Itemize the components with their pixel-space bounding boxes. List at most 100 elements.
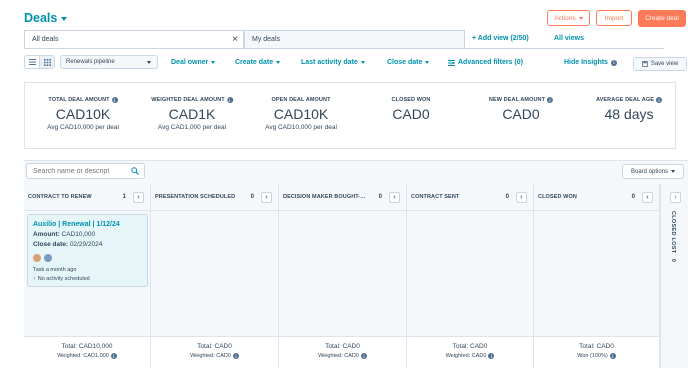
create-deal-label: Create deal: [645, 15, 679, 22]
board-column-presentation-scheduled: PRESENTATION SCHEDULED 0 ‹ Total: CAD0 W…: [151, 184, 279, 368]
task-status: Task a month ago: [33, 267, 77, 273]
stat-average-deal-age: AVERAGE DEAL AGE i 48 days: [596, 97, 663, 122]
column-count: 0: [505, 194, 509, 200]
list-view-icon[interactable]: [25, 56, 39, 68]
avatar[interactable]: [44, 254, 52, 262]
chevron-down-icon: [61, 16, 68, 21]
view-toggle[interactable]: [24, 55, 55, 69]
column-weighted: Weighted: CAD0: [318, 353, 359, 359]
import-button[interactable]: Import: [596, 10, 632, 26]
stat-value: 48 days: [604, 106, 654, 122]
save-view-label: Save view: [650, 61, 679, 67]
stat-value: CAD10K: [273, 106, 329, 122]
column-header: PRESENTATION SCHEDULED 0 ‹: [151, 184, 278, 211]
avatar-group: [33, 254, 142, 262]
arrow-icon: ↑: [33, 276, 36, 282]
column-title: PRESENTATION SCHEDULED: [155, 194, 236, 200]
stat-sub: Avg CAD10,000 per deal: [265, 124, 337, 131]
chevron-down-icon: [578, 16, 583, 20]
column-title: DECISION MAKER BOUGHT-...: [283, 194, 366, 200]
info-icon: i: [488, 353, 495, 359]
save-view-button[interactable]: Save view: [633, 57, 687, 71]
filter-last-activity-date[interactable]: Last activity date: [301, 59, 365, 66]
actions-button[interactable]: Actions: [547, 10, 590, 26]
add-view-link[interactable]: + Add view (2/50): [472, 35, 529, 42]
pipeline-value: Renewals pipeline: [66, 59, 115, 65]
column-weighted: Won (100%): [577, 353, 608, 359]
stat-label: CLOSED WON: [391, 97, 431, 103]
board-column-contract-sent: CONTRACT SENT 0 ‹ Total: CAD0 Weighted: …: [407, 184, 534, 368]
all-views-link[interactable]: All views: [554, 35, 584, 42]
filter-icon: [448, 59, 455, 66]
column-title: CONTRACT TO RENEW: [28, 194, 92, 200]
board-options-button[interactable]: Board options: [622, 164, 684, 179]
activity-text: No activity scheduled: [37, 276, 90, 282]
advanced-filters-button[interactable]: Advanced filters (0): [448, 59, 523, 66]
filter-label: Deal owner: [171, 59, 209, 66]
activity-status: ↑ No activity scheduled: [33, 276, 142, 282]
column-title: CLOSED WON: [538, 194, 577, 200]
filter-label: Close date: [387, 59, 423, 66]
deal-card-title[interactable]: Auxilio | Renewal | 1/12/24: [33, 221, 142, 228]
expand-right-icon[interactable]: ›: [670, 192, 681, 203]
avatar[interactable]: [33, 254, 41, 262]
filter-label: Create date: [235, 59, 274, 66]
deal-amount-row: Amount: CAD10,000: [33, 231, 142, 238]
collapse-left-icon[interactable]: ‹: [516, 191, 527, 203]
info-icon: i: [547, 97, 554, 103]
column-header: DECISION MAKER BOUGHT-... 0 ‹: [279, 184, 406, 211]
board-column-decision-maker-bought-in: DECISION MAKER BOUGHT-... 0 ‹ Total: CAD…: [279, 184, 407, 368]
column-header: CLOSED WON 0 ‹: [534, 184, 659, 211]
column-weighted: Weighted: CAD0: [445, 353, 487, 359]
column-title: CLOSED LOST 0: [670, 211, 676, 262]
column-total: Total: CAD0: [197, 343, 232, 350]
column-footer: Total: CAD0 Won (100%) i: [534, 336, 659, 368]
import-label: Import: [604, 14, 624, 22]
column-weighted: Weighted: CAD0: [190, 353, 231, 359]
pipeline-select[interactable]: Renewals pipeline: [60, 55, 158, 69]
stat-value: CAD0: [502, 106, 540, 122]
tab-my-deals[interactable]: My deals: [244, 30, 465, 49]
tab-all-deals[interactable]: All deals ×: [24, 30, 244, 49]
close-icon[interactable]: ×: [232, 35, 238, 45]
create-deal-button[interactable]: Create deal: [638, 10, 686, 27]
info-icon: i: [610, 59, 617, 66]
divider: [24, 48, 664, 49]
board-view-icon[interactable]: [39, 56, 54, 68]
board-column-closed-lost-collapsed[interactable]: › CLOSED LOST 0: [660, 184, 688, 368]
close-date-label: Close date:: [33, 241, 69, 248]
column-title: CONTRACT SENT: [411, 194, 460, 200]
info-icon: i: [360, 353, 367, 359]
stat-closed-won: CLOSED WON CAD0: [392, 97, 431, 122]
hide-insights-label: Hide Insights: [564, 59, 608, 66]
close-date-value: 02/29/2024: [69, 241, 103, 248]
stat-weighted-deal-amount: WEIGHTED DEAL AMOUNT i CAD1K Avg CAD1,000…: [151, 97, 233, 131]
collapse-left-icon[interactable]: ‹: [133, 191, 144, 203]
column-total: Total: CAD10,000: [61, 343, 113, 350]
filter-close-date[interactable]: Close date: [387, 59, 430, 66]
chevron-down-icon: [360, 61, 365, 64]
filter-deal-owner[interactable]: Deal owner: [171, 59, 216, 66]
amount-label: Amount:: [33, 231, 60, 238]
page-title[interactable]: Deals: [24, 11, 68, 25]
column-footer: Total: CAD0 Weighted: CAD0 i: [151, 336, 278, 368]
filter-create-date[interactable]: Create date: [235, 59, 281, 66]
search-icon[interactable]: [124, 163, 145, 179]
column-footer: Total: CAD0 Weighted: CAD0 i: [407, 336, 533, 368]
column-count: 1: [122, 194, 126, 200]
chevron-down-icon: [425, 61, 430, 64]
column-footer: Total: CAD0 Weighted: CAD0 i: [279, 336, 406, 368]
hide-insights-button[interactable]: Hide Insights i: [564, 59, 617, 66]
deal-close-date-row: Close date: 02/29/2024: [33, 241, 142, 248]
collapse-left-icon[interactable]: ‹: [642, 191, 653, 203]
advanced-filters-label: Advanced filters (0): [458, 59, 523, 66]
chevron-down-icon: [276, 61, 281, 64]
collapse-left-icon[interactable]: ‹: [261, 191, 272, 203]
stat-total-deal-amount: TOTAL DEAL AMOUNT i CAD10K Avg CAD10,000 …: [47, 97, 119, 131]
filter-label: Last activity date: [301, 59, 358, 66]
actions-label: Actions: [554, 14, 576, 22]
column-total: Total: CAD0: [452, 343, 488, 350]
collapse-left-icon[interactable]: ‹: [389, 191, 400, 203]
chevron-down-icon: [147, 61, 151, 64]
deal-card[interactable]: Auxilio | Renewal | 1/12/24 Amount: CAD1…: [27, 214, 148, 287]
